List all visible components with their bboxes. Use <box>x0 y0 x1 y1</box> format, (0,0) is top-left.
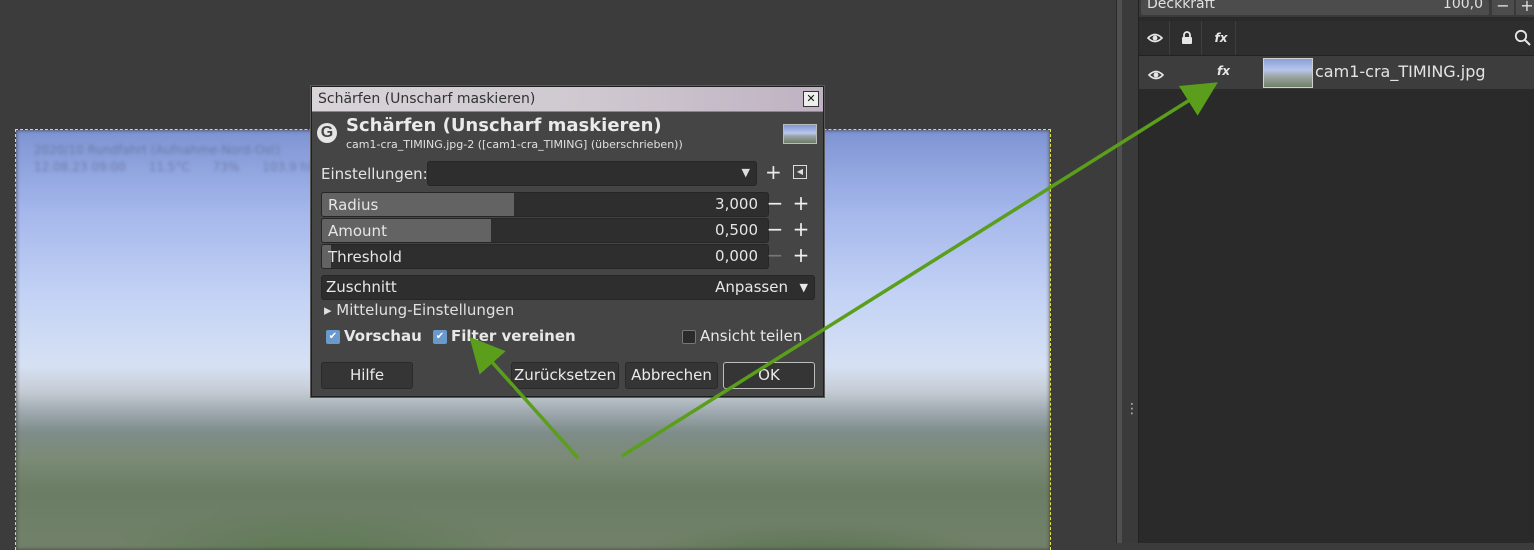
arrow-to-merge-filter <box>469 336 580 460</box>
annotation-arrows <box>469 82 1218 460</box>
arrow-to-layer-fx <box>621 82 1218 458</box>
